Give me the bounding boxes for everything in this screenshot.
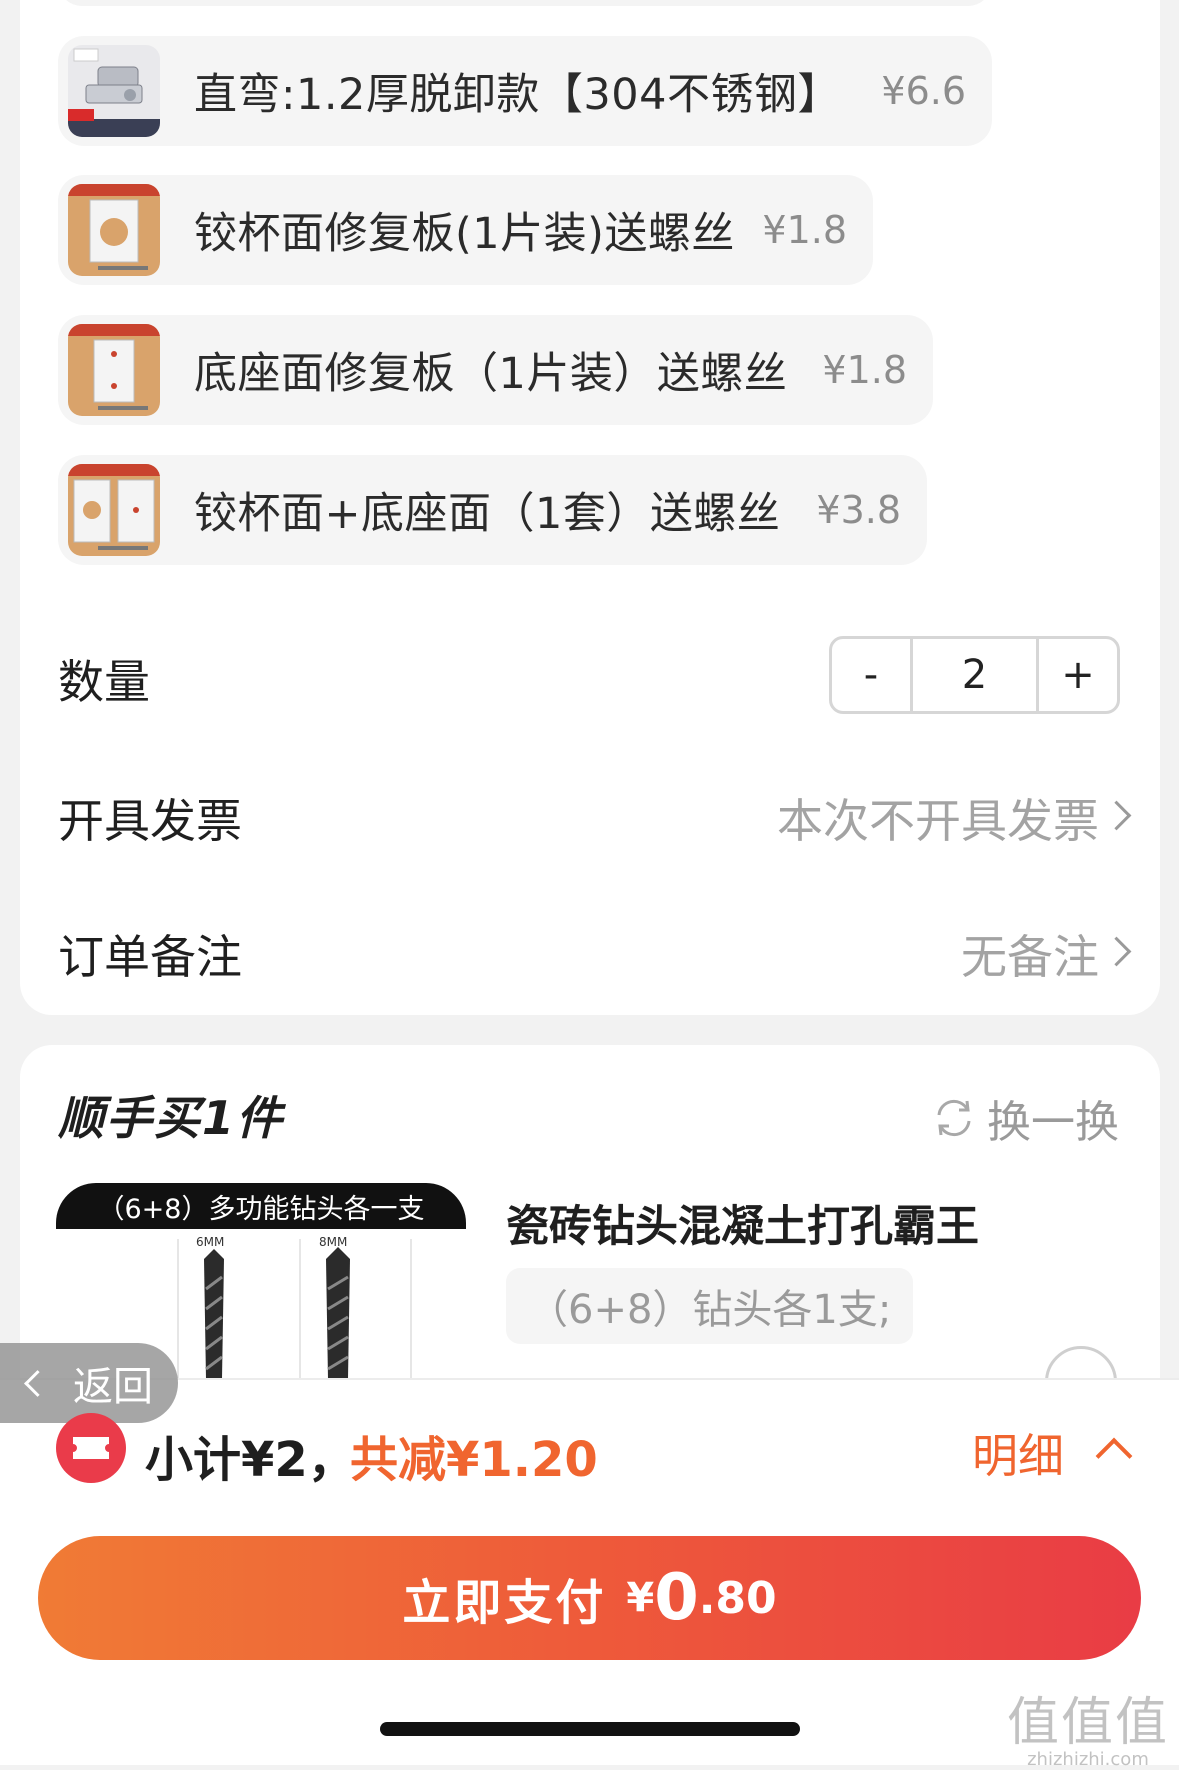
sku-option[interactable]: 底座面修复板（1片装）送螺丝 ¥1.8 [58, 315, 933, 425]
detail-label: 明细 [972, 1429, 1064, 1483]
back-button[interactable]: 返回 [0, 1343, 178, 1423]
sku-price: ¥6.6 [881, 69, 966, 113]
image-banner-text: （6+8）多功能钻头各一支 [56, 1183, 466, 1229]
pay-now-button[interactable]: 立即支付 ¥ 0 .80 [38, 1536, 1141, 1660]
sku-price: ¥1.8 [762, 208, 847, 252]
sku-option[interactable]: 铰杯面+底座面（1套）送螺丝 ¥3.8 [58, 455, 927, 565]
remark-label: 订单备注 [58, 930, 242, 984]
addon-spec-chip[interactable]: （6+8）钻头各1支; [506, 1268, 914, 1344]
sku-price: ¥3.8 [816, 488, 901, 532]
size-label: 8MM [319, 1235, 348, 1249]
quantity-stepper: - 2 + [829, 636, 1120, 714]
watermark-logo: 值值值 zhizhizhi.com [1007, 1680, 1169, 1770]
sku-thumb-plate-set [68, 464, 160, 556]
remark-value: 无备注 [961, 930, 1099, 984]
increment-button[interactable]: + [1039, 639, 1117, 711]
sku-thumb-plate [68, 184, 160, 276]
sku-thumb-plate [68, 324, 160, 416]
pay-amount-decimal: .80 [698, 1572, 777, 1624]
quantity-label: 数量 [58, 655, 150, 709]
invoice-value: 本次不开具发票 [777, 794, 1099, 848]
subtotal-text: 小计¥2， [145, 1432, 356, 1488]
watermark-site: zhizhizhi.com [1027, 1749, 1149, 1770]
home-indicator [380, 1722, 800, 1736]
pay-currency: ¥ [626, 1575, 655, 1621]
ticket-icon [73, 1437, 109, 1459]
sku-price: ¥1.8 [822, 348, 907, 392]
sku-option[interactable]: 铰杯面修复板(1片装)送螺丝 ¥1.8 [58, 175, 873, 285]
sku-thumb-hinge [68, 45, 160, 137]
chevron-left-icon [24, 1369, 51, 1397]
sku-name: 底座面修复板（1片装）送螺丝 [194, 349, 788, 399]
addon-section-title: 顺手买1件 [58, 1091, 285, 1145]
sku-name: 直弯:1.2厚脱卸款【304不锈钢】 [194, 70, 841, 120]
size-label: 6MM [196, 1235, 225, 1249]
swap-label: 换一换 [987, 1097, 1119, 1148]
sku-name: 铰杯面+底座面（1套）送螺丝 [194, 489, 781, 539]
pay-label: 立即支付 [402, 1575, 607, 1631]
decrement-button[interactable]: - [832, 639, 910, 711]
watermark-glyphs: 值值值 [1006, 1693, 1169, 1753]
discount-text: 共减¥1.20 [350, 1432, 598, 1488]
invoice-label: 开具发票 [58, 794, 242, 848]
sku-option[interactable]: 直弯:1.2厚脱卸款【304不锈钢】 ¥6.6 [58, 36, 992, 146]
addon-product-title[interactable]: 瓷砖钻头混凝土打孔霸王 [506, 1192, 979, 1254]
previous-sku-option[interactable] [58, 0, 992, 6]
coupon-icon[interactable] [56, 1413, 126, 1483]
refresh-icon [937, 1099, 971, 1137]
pay-amount-integer: 0 [654, 1561, 699, 1635]
swap-button[interactable]: 换一换 [931, 1086, 1119, 1150]
sku-name: 铰杯面修复板(1片装)送螺丝 [194, 209, 735, 259]
back-label: 返回 [73, 1364, 153, 1410]
quantity-input[interactable]: 2 [910, 639, 1039, 711]
